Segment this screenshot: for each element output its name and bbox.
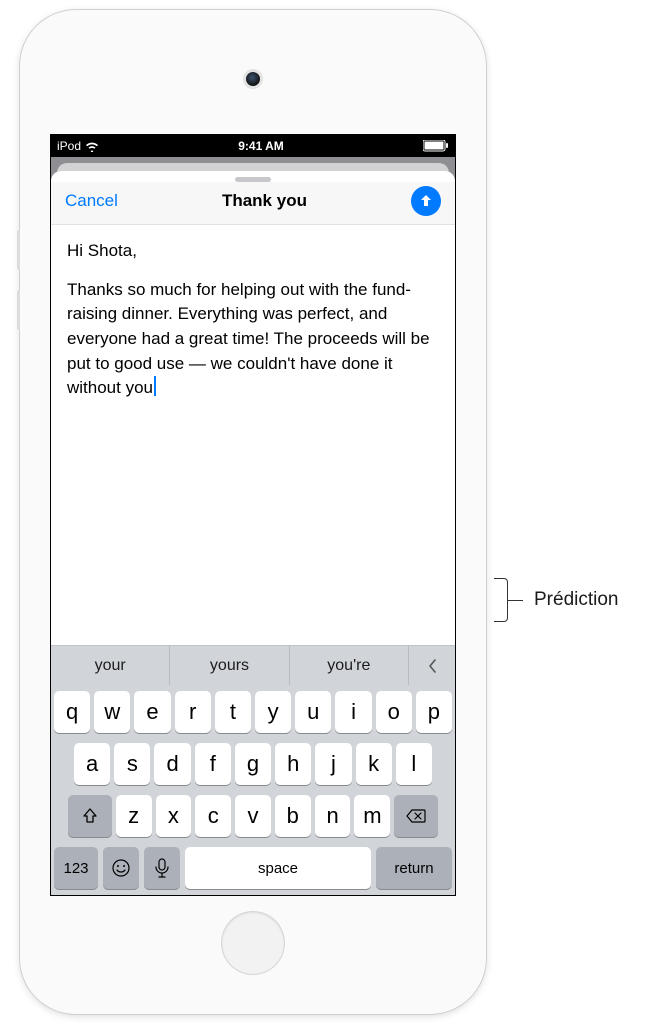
keyboard: q w e r t y u i o p a s d — [51, 685, 455, 895]
collapse-predictions-button[interactable] — [409, 646, 455, 685]
microphone-icon — [155, 858, 169, 878]
clock-time: 9:41 AM — [238, 139, 284, 153]
wifi-icon — [85, 141, 99, 152]
volume-up-button[interactable] — [17, 230, 20, 270]
annotation-label: Prédiction — [534, 589, 619, 611]
key-t[interactable]: t — [215, 691, 251, 733]
key-e[interactable]: e — [134, 691, 170, 733]
status-bar: iPod 9:41 AM — [51, 135, 455, 157]
home-button[interactable] — [222, 912, 284, 974]
key-row-4: 123 space return — [54, 847, 452, 889]
key-u[interactable]: u — [295, 691, 331, 733]
screen: iPod 9:41 AM Cancel Thank you — [50, 134, 456, 896]
compose-sheet: Cancel Thank you Hi Shota, Thanks so muc… — [51, 171, 455, 895]
annotation-bracket — [494, 578, 508, 622]
key-r[interactable]: r — [175, 691, 211, 733]
key-g[interactable]: g — [235, 743, 271, 785]
prediction-bar: your yours you're — [51, 645, 455, 685]
key-d[interactable]: d — [154, 743, 190, 785]
key-n[interactable]: n — [315, 795, 351, 837]
annotation-callout: Prédiction — [494, 578, 619, 622]
arrow-up-icon — [418, 193, 434, 209]
key-row-3: z x c v b n m — [54, 795, 452, 837]
key-f[interactable]: f — [195, 743, 231, 785]
key-h[interactable]: h — [275, 743, 311, 785]
message-body[interactable]: Hi Shota, Thanks so much for helping out… — [51, 225, 455, 645]
key-o[interactable]: o — [376, 691, 412, 733]
space-key[interactable]: space — [185, 847, 371, 889]
dictation-key[interactable] — [144, 847, 180, 889]
compose-header: Cancel Thank you — [51, 182, 455, 225]
key-l[interactable]: l — [396, 743, 432, 785]
numbers-key[interactable]: 123 — [54, 847, 98, 889]
chevron-left-icon — [426, 657, 438, 675]
shift-key[interactable] — [68, 795, 112, 837]
compose-title: Thank you — [222, 191, 307, 211]
key-j[interactable]: j — [315, 743, 351, 785]
prediction-3[interactable]: you're — [290, 646, 409, 685]
shift-icon — [81, 807, 99, 825]
carrier-label: iPod — [57, 139, 81, 153]
key-i[interactable]: i — [335, 691, 371, 733]
return-key[interactable]: return — [376, 847, 452, 889]
text-cursor — [154, 376, 156, 396]
key-w[interactable]: w — [94, 691, 130, 733]
cancel-button[interactable]: Cancel — [65, 191, 118, 211]
key-row-1: q w e r t y u i o p — [54, 691, 452, 733]
backspace-icon — [405, 808, 427, 824]
background-sheet: Cancel Thank you Hi Shota, Thanks so muc… — [51, 157, 455, 895]
backspace-key[interactable] — [394, 795, 438, 837]
send-button[interactable] — [411, 186, 441, 216]
key-m[interactable]: m — [354, 795, 390, 837]
key-z[interactable]: z — [116, 795, 152, 837]
front-camera — [246, 72, 260, 86]
key-v[interactable]: v — [235, 795, 271, 837]
body-text: Thanks so much for helping out with the … — [67, 278, 439, 401]
key-k[interactable]: k — [356, 743, 392, 785]
battery-icon — [423, 140, 449, 152]
key-c[interactable]: c — [195, 795, 231, 837]
key-a[interactable]: a — [74, 743, 110, 785]
prediction-1[interactable]: your — [51, 646, 170, 685]
key-p[interactable]: p — [416, 691, 452, 733]
volume-down-button[interactable] — [17, 290, 20, 330]
key-x[interactable]: x — [156, 795, 192, 837]
key-s[interactable]: s — [114, 743, 150, 785]
key-b[interactable]: b — [275, 795, 311, 837]
key-y[interactable]: y — [255, 691, 291, 733]
key-row-2: a s d f g h j k l — [54, 743, 452, 785]
device-frame: iPod 9:41 AM Cancel Thank you — [20, 10, 486, 1014]
prediction-2[interactable]: yours — [170, 646, 289, 685]
emoji-icon — [111, 858, 131, 878]
greeting-text: Hi Shota, — [67, 239, 439, 264]
key-q[interactable]: q — [54, 691, 90, 733]
emoji-key[interactable] — [103, 847, 139, 889]
